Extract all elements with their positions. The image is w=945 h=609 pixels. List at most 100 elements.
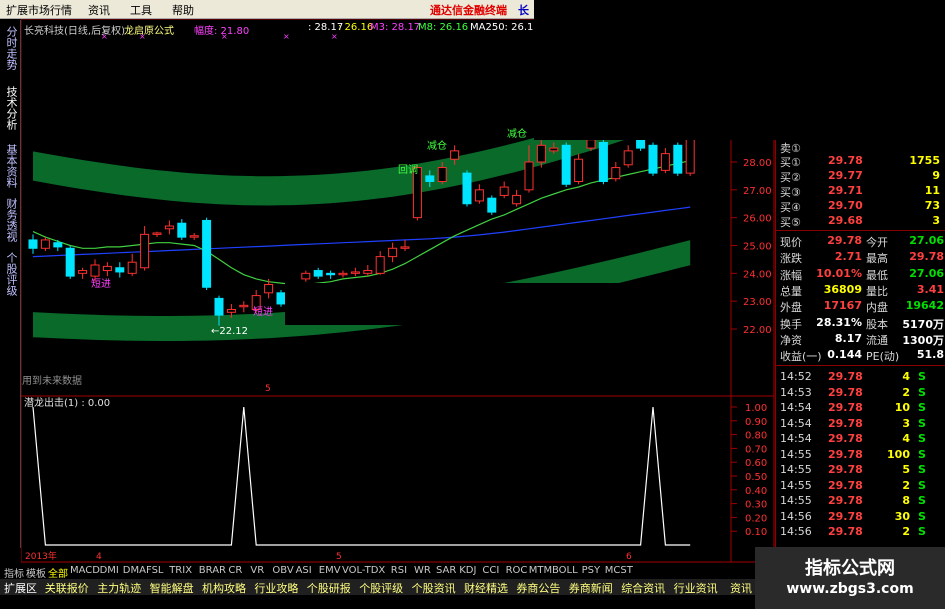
indicator-tab[interactable]: BOLL	[552, 565, 578, 576]
indicator-tab[interactable]: VR	[250, 565, 264, 576]
candle[interactable]	[375, 256, 385, 274]
indicator-tab[interactable]: VOL-TDX	[342, 565, 385, 576]
indicator-tab[interactable]: WR	[414, 565, 431, 576]
candle[interactable]	[214, 297, 224, 316]
info-tab[interactable]: 券商新闻	[569, 580, 613, 596]
side-tab-rating[interactable]: 个股评级	[3, 252, 18, 296]
menu-item-help[interactable]: 帮助	[172, 2, 194, 18]
indicator-tab[interactable]: CR	[228, 565, 242, 576]
candle[interactable]	[611, 167, 621, 180]
candle[interactable]	[474, 189, 484, 202]
candle[interactable]	[536, 144, 546, 163]
candle[interactable]	[623, 150, 633, 166]
candle[interactable]	[512, 194, 522, 205]
candle[interactable]	[487, 197, 497, 213]
candle[interactable]	[437, 167, 447, 182]
indicator-tab[interactable]: KDJ	[459, 565, 476, 576]
info-tab[interactable]: 财经精选	[464, 580, 508, 596]
candle[interactable]	[90, 264, 100, 277]
candle[interactable]	[140, 233, 150, 269]
candle[interactable]	[338, 272, 348, 276]
candle[interactable]	[660, 153, 670, 171]
menu-item-news[interactable]: 资讯	[88, 2, 110, 18]
indicator-tab[interactable]: 指标	[4, 565, 24, 580]
candle[interactable]	[574, 158, 584, 182]
candle[interactable]	[177, 222, 187, 238]
candle[interactable]	[400, 246, 410, 249]
candle[interactable]	[524, 161, 534, 191]
info-tab[interactable]: 扩展区	[4, 580, 37, 596]
candle[interactable]	[350, 271, 360, 274]
indicator-tab[interactable]: ASI	[296, 565, 312, 576]
candle[interactable]	[549, 147, 559, 152]
indicator-tab[interactable]: MACD	[70, 565, 100, 576]
indicator-tab[interactable]: RSI	[391, 565, 407, 576]
indicator-tab[interactable]: OBV	[272, 565, 293, 576]
candle[interactable]	[226, 309, 236, 313]
side-tab-intraday[interactable]: 分时走势	[3, 26, 18, 70]
candle[interactable]	[363, 270, 373, 274]
info-tab[interactable]: 智能解盘	[150, 580, 194, 596]
info-tab[interactable]: 券商公告	[516, 580, 560, 596]
side-tab-finance[interactable]: 财务透视	[3, 198, 18, 242]
candle[interactable]	[202, 219, 212, 288]
candle[interactable]	[65, 247, 75, 277]
candle[interactable]	[598, 142, 608, 182]
candle[interactable]	[648, 144, 658, 174]
info-tab[interactable]: 个股评级	[359, 580, 403, 596]
candle[interactable]	[561, 144, 571, 185]
indicator-tab[interactable]: MTM	[529, 565, 552, 576]
candle[interactable]	[152, 232, 162, 235]
candle[interactable]	[388, 247, 398, 258]
candle[interactable]	[115, 267, 125, 273]
candle[interactable]	[313, 270, 323, 277]
candle[interactable]	[462, 172, 472, 205]
candle[interactable]	[450, 150, 460, 160]
candle[interactable]	[127, 261, 137, 274]
side-tab-fundamentals[interactable]: 基本资料	[3, 144, 18, 188]
candle[interactable]	[326, 272, 336, 276]
indicator-tab[interactable]: BRAR	[199, 565, 226, 576]
candle[interactable]	[102, 265, 112, 272]
tick-volume: 30	[894, 509, 910, 523]
menu-item-tools[interactable]: 工具	[130, 2, 152, 18]
info-tab[interactable]: 综合资讯	[621, 580, 665, 596]
candle[interactable]	[673, 144, 683, 174]
info-tab[interactable]: 行业资讯	[674, 580, 718, 596]
info-tab[interactable]: 主力轨迹	[97, 580, 141, 596]
candle[interactable]	[53, 242, 63, 248]
candle[interactable]	[164, 225, 174, 230]
candle[interactable]	[189, 235, 199, 238]
candle[interactable]	[78, 270, 88, 274]
indicator-tab[interactable]: TRIX	[169, 565, 192, 576]
indicator-tab[interactable]: DMI	[100, 565, 119, 576]
bottom-tail[interactable]: 资讯	[730, 580, 752, 596]
info-tab[interactable]: 行业攻略	[254, 580, 298, 596]
info-tab[interactable]: 关联报价	[45, 580, 89, 596]
indicator-tab[interactable]: MCST	[605, 565, 633, 576]
candle[interactable]	[239, 304, 249, 308]
candle[interactable]	[264, 283, 274, 294]
candle[interactable]	[586, 139, 596, 149]
menu-item-extended-market[interactable]: 扩展市场行情	[6, 2, 72, 18]
candle[interactable]	[636, 139, 646, 149]
info-tab[interactable]: 个股研报	[307, 580, 351, 596]
indicator-tab[interactable]: EMV	[319, 565, 341, 576]
candle[interactable]	[425, 175, 435, 182]
indicator-tab[interactable]: FSL	[146, 565, 164, 576]
candle[interactable]	[276, 292, 286, 305]
indicator-tab[interactable]: CCI	[482, 565, 499, 576]
indicator-tab[interactable]: 模板	[26, 565, 46, 580]
info-tab[interactable]: 个股资讯	[412, 580, 456, 596]
candle[interactable]	[28, 239, 38, 249]
candle[interactable]	[499, 186, 509, 196]
indicator-tab[interactable]: ROC	[506, 565, 528, 576]
indicator-tab[interactable]: SAR	[436, 565, 456, 576]
candle[interactable]	[40, 239, 50, 249]
indicator-tab[interactable]: DMA	[123, 565, 146, 576]
candle[interactable]	[301, 272, 311, 280]
indicator-tab[interactable]: 全部	[48, 565, 68, 580]
side-tab-technical[interactable]: 技术分析	[3, 86, 18, 130]
info-tab[interactable]: 机构攻略	[202, 580, 246, 596]
indicator-tab[interactable]: PSY	[582, 565, 601, 576]
